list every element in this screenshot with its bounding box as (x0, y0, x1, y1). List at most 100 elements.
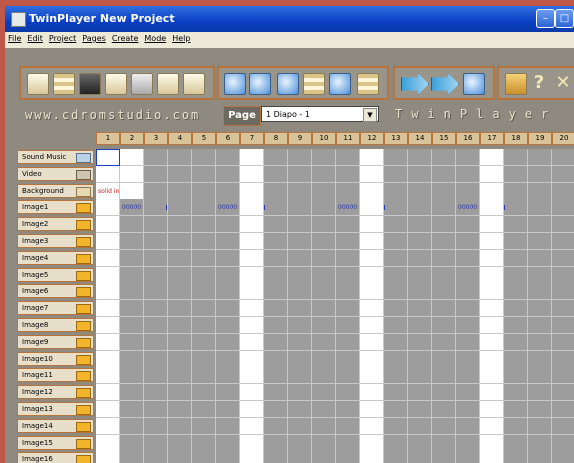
track-label[interactable]: Image4 (17, 250, 94, 265)
timeline-cell[interactable] (192, 434, 216, 452)
timeline-cell[interactable] (312, 233, 336, 250)
timeline-cell[interactable] (360, 283, 384, 301)
timeline-cell[interactable] (168, 350, 192, 368)
timeline-cell[interactable] (144, 216, 168, 234)
chevron-down-icon[interactable]: ▼ (363, 108, 377, 122)
timeline-cell[interactable] (480, 149, 504, 166)
timeline-cell[interactable] (264, 384, 288, 402)
timeline-cell[interactable] (120, 233, 144, 250)
timeline-cell[interactable] (240, 384, 264, 402)
timeline-cell[interactable] (216, 216, 240, 234)
timeline-cell[interactable] (504, 182, 528, 200)
timeline-cell[interactable] (336, 401, 360, 418)
timeline-cell[interactable] (288, 451, 312, 463)
timeline-cell[interactable] (192, 233, 216, 250)
timeline-cell[interactable] (168, 149, 192, 166)
timeline-cell[interactable] (408, 249, 432, 267)
timeline-cell[interactable] (504, 367, 528, 385)
timeline-cell[interactable] (408, 384, 432, 402)
timeline-cell[interactable] (504, 451, 528, 463)
timeline-cell[interactable] (288, 233, 312, 250)
menu-item-create[interactable]: Create (109, 32, 142, 43)
timeline-cell[interactable] (168, 249, 192, 267)
timeline-cell[interactable] (216, 182, 240, 200)
timeline-cell[interactable] (144, 367, 168, 385)
timeline-cell[interactable] (384, 350, 408, 368)
timeline-cell[interactable] (360, 249, 384, 267)
timeline-cell[interactable] (144, 165, 168, 183)
timeline-cell[interactable] (432, 350, 456, 368)
close-icon[interactable]: ✕ (553, 73, 573, 93)
timeline-cell[interactable] (144, 417, 168, 435)
timeline-cell[interactable] (552, 216, 574, 234)
menu-item-pages[interactable]: Pages (79, 32, 109, 43)
timeline-cell[interactable] (216, 233, 240, 250)
timeline-cell[interactable] (504, 216, 528, 234)
column-header[interactable]: 5 (192, 132, 216, 145)
timeline-cell[interactable] (336, 300, 360, 318)
timeline-cell[interactable] (96, 434, 120, 452)
timeline-cell[interactable] (120, 266, 144, 284)
timeline-cell[interactable] (264, 266, 288, 284)
timeline-cell[interactable] (480, 401, 504, 418)
timeline-cell[interactable] (312, 417, 336, 435)
timeline-cell[interactable] (456, 216, 480, 234)
timeline-cell[interactable] (432, 266, 456, 284)
timeline-cell[interactable] (432, 283, 456, 301)
timeline-cell[interactable] (480, 333, 504, 351)
timeline-cell[interactable] (192, 300, 216, 318)
timeline-cell[interactable] (120, 300, 144, 318)
timeline-cell[interactable] (312, 434, 336, 452)
timeline-cell[interactable] (480, 216, 504, 234)
timeline-cell[interactable] (504, 199, 528, 217)
timeline-cell[interactable] (240, 317, 264, 334)
timeline-cell[interactable] (360, 233, 384, 250)
timeline-cell[interactable] (144, 283, 168, 301)
timeline-cell[interactable] (504, 317, 528, 334)
column-header[interactable]: 11 (336, 132, 360, 145)
timeline-cell[interactable] (264, 367, 288, 385)
timeline-cell[interactable] (96, 384, 120, 402)
timeline-cell[interactable] (216, 384, 240, 402)
menu-item-help[interactable]: Help (169, 32, 193, 43)
timeline-cell[interactable] (384, 384, 408, 402)
timeline-cell[interactable] (168, 317, 192, 334)
timeline-cell[interactable] (384, 417, 408, 435)
timeline-cell[interactable] (120, 317, 144, 334)
timeline-cell[interactable] (408, 266, 432, 284)
timeline-cell[interactable] (408, 233, 432, 250)
timeline-cell[interactable] (288, 401, 312, 418)
column-header[interactable]: 14 (408, 132, 432, 145)
timeline-cell[interactable] (552, 300, 574, 318)
timeline-cell[interactable] (456, 165, 480, 183)
timeline-cell[interactable] (480, 384, 504, 402)
timeline-cell[interactable] (552, 199, 574, 217)
timeline-cell[interactable] (384, 333, 408, 351)
timeline-cell[interactable] (552, 149, 574, 166)
timeline-cell[interactable] (408, 216, 432, 234)
timeline-cell[interactable] (528, 451, 552, 463)
timeline-cell[interactable] (240, 233, 264, 250)
timeline-cell[interactable] (360, 317, 384, 334)
timeline-cell[interactable] (552, 451, 574, 463)
timeline-cell[interactable] (120, 417, 144, 435)
timeline-cell[interactable] (360, 401, 384, 418)
timeline-cell[interactable] (168, 283, 192, 301)
maximize-button[interactable]: □ (555, 9, 574, 28)
timeline-cell[interactable] (480, 283, 504, 301)
timeline-cell[interactable] (456, 350, 480, 368)
book-icon[interactable] (505, 73, 527, 95)
timeline-cell[interactable] (144, 434, 168, 452)
track-label[interactable]: Image7 (17, 301, 94, 316)
timeline-cell[interactable] (240, 249, 264, 267)
timeline-cell[interactable] (504, 384, 528, 402)
timeline-cell[interactable] (336, 266, 360, 284)
timeline-cell[interactable] (168, 266, 192, 284)
timeline-cell[interactable] (432, 367, 456, 385)
timeline-cell[interactable] (168, 300, 192, 318)
menu-item-edit[interactable]: Edit (24, 32, 46, 43)
timeline-cell[interactable] (288, 300, 312, 318)
timeline-cell[interactable] (240, 434, 264, 452)
timeline-cell[interactable] (528, 350, 552, 368)
timeline-cell[interactable] (504, 300, 528, 318)
